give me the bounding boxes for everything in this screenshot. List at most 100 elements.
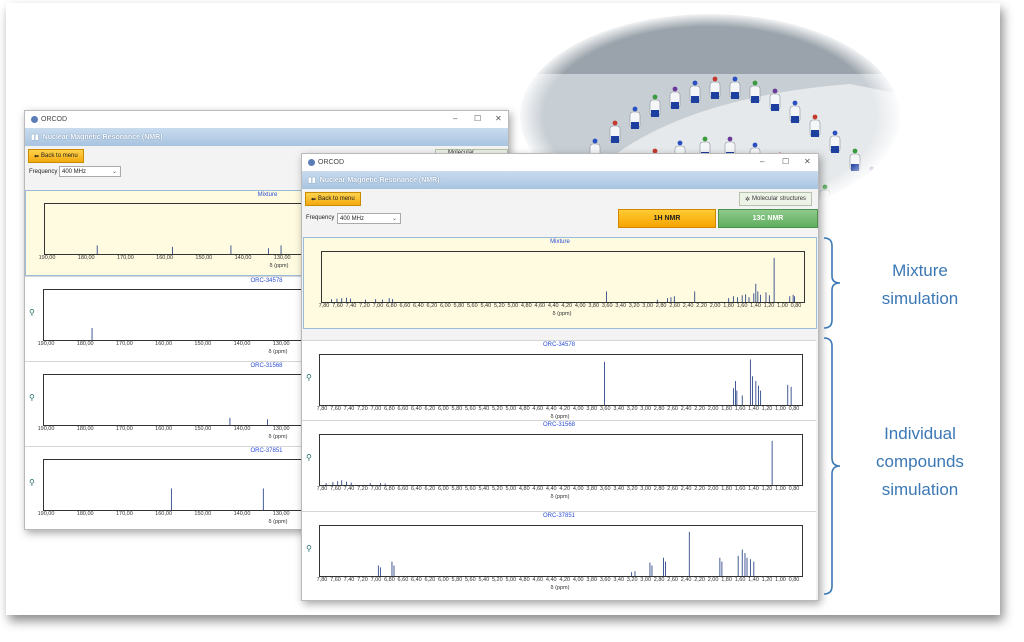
x-tick-label: 6,00 <box>438 577 449 583</box>
x-tick-label: 1,60 <box>734 577 746 583</box>
x-tick-label: 7,40 <box>343 577 355 583</box>
x-tick-label: 6,20 <box>426 303 438 309</box>
x-tick-label: 150,00 <box>194 511 212 517</box>
zoom-icon[interactable]: ⚲ <box>306 453 312 462</box>
x-tick-label: 160,00 <box>155 426 173 432</box>
x-tick-label: 5,60 <box>464 406 476 412</box>
x-tick-label: 3,20 <box>626 406 638 412</box>
x-tick-label: 190,00 <box>37 511 55 517</box>
x-tick-label: 7,40 <box>343 486 355 492</box>
x-tick-label: 6,20 <box>424 406 436 412</box>
x-tick-label: 7,40 <box>343 406 355 412</box>
x-tick-label: 190,00 <box>37 426 55 432</box>
x-tick-label: 4,60 <box>534 303 546 309</box>
x-tick-label: 5,40 <box>478 577 490 583</box>
zoom-icon[interactable]: ⚲ <box>29 393 35 402</box>
x-tick-label: 2,80 <box>655 303 667 309</box>
zoom-icon[interactable]: ⚲ <box>29 478 35 487</box>
x-tick-label: 4,20 <box>559 486 571 492</box>
back-to-menu-button[interactable]: ⬅ Back to menu <box>305 192 361 206</box>
molecular-structures-button[interactable]: ✲Molecular structures <box>739 192 813 206</box>
individual-note-line: simulation <box>881 480 959 499</box>
close-icon[interactable]: ✕ <box>804 157 811 166</box>
x-tick-label: 5,20 <box>491 486 503 492</box>
x-tick-label: 1,40 <box>748 577 759 583</box>
x-tick-label: 4,40 <box>545 486 557 492</box>
x-tick-label: 7,00 <box>370 486 382 492</box>
x-tick-label: 160,00 <box>155 511 173 517</box>
x-tick-label: 4,00 <box>574 303 586 309</box>
x-tick-label: 150,00 <box>195 255 213 261</box>
maximize-icon[interactable]: ☐ <box>782 157 789 166</box>
x-tick-label: 2,40 <box>680 486 692 492</box>
back-arrow-icon: ⬅ <box>311 196 317 203</box>
frequency-label: Frequency <box>29 169 58 175</box>
x-tick-label: 4,80 <box>520 303 532 309</box>
x-tick-label: 1,60 <box>736 303 748 309</box>
tab-13c-nmr[interactable]: 13C NMR <box>718 209 818 228</box>
x-tick-label: 6,40 <box>411 486 422 492</box>
chevron-down-icon: ⌄ <box>111 169 117 175</box>
back-to-menu-label: Back to menu <box>41 153 78 159</box>
x-tick-label: 1,60 <box>734 406 746 412</box>
x-tick-label: 3,40 <box>613 406 625 412</box>
x-tick-label: 7,60 <box>330 406 341 412</box>
x-tick-label: 180,00 <box>76 426 94 432</box>
frequency-value: 400 MHz <box>340 215 365 222</box>
x-tick-label: 2,80 <box>653 486 665 492</box>
zoom-icon[interactable]: ⚲ <box>306 544 312 553</box>
x-tick-label: 5,20 <box>491 406 503 412</box>
x-tick-label: 3,40 <box>613 577 625 583</box>
zoom-icon[interactable]: ⚲ <box>29 308 35 317</box>
x-tick-label: 130,00 <box>273 255 291 261</box>
frequency-select[interactable]: 400 MHz ⌄ <box>337 213 401 224</box>
x-tick-label: 3,00 <box>640 486 652 492</box>
x-tick-label: 0,80 <box>788 406 800 412</box>
x-tick-label: 6,80 <box>384 577 395 583</box>
frequency-select[interactable]: 400 MHz ⌄ <box>59 166 121 177</box>
x-tick-label: 6,40 <box>411 406 422 412</box>
x-tick-label: 6,60 <box>397 577 409 583</box>
x-tick-label: 7,00 <box>370 406 382 412</box>
zoom-icon[interactable]: ⚲ <box>306 373 312 382</box>
x-axis-label: δ (ppm) <box>552 311 572 317</box>
x-axis-label: δ (ppm) <box>550 585 570 591</box>
minimize-icon[interactable]: – <box>453 114 457 123</box>
nmr-logo-icon: ▮▮ <box>308 177 316 184</box>
individual-simulation-note: Individual compounds simulation <box>855 420 985 504</box>
mixture-note-line: simulation <box>881 289 959 308</box>
spectrum-title: Mixture <box>550 239 570 245</box>
x-tick-label: 170,00 <box>115 426 133 432</box>
back-to-menu-button[interactable]: ⬅ Back to menu <box>28 149 84 163</box>
window-title: ORCOD <box>41 116 68 123</box>
x-tick-label: 4,00 <box>572 486 584 492</box>
x-tick-label: 130,00 <box>272 341 290 347</box>
x-tick-label: 1,00 <box>775 577 786 583</box>
x-tick-label: 3,40 <box>615 303 627 309</box>
x-tick-label: 7,60 <box>332 303 343 309</box>
x-tick-label: 3,20 <box>626 486 638 492</box>
x-tick-label: 6,60 <box>397 406 409 412</box>
x-tick-label: 5,00 <box>505 577 517 583</box>
x-tick-label: 130,00 <box>272 426 290 432</box>
close-icon[interactable]: ✕ <box>495 114 502 123</box>
x-tick-label: 5,20 <box>491 577 503 583</box>
x-tick-label: 4,20 <box>559 406 571 412</box>
x-tick-label: 1,20 <box>761 486 773 492</box>
x-tick-label: 4,80 <box>518 406 530 412</box>
x-tick-label: 6,80 <box>384 406 395 412</box>
maximize-icon[interactable]: ☐ <box>474 114 481 123</box>
x-tick-label: 150,00 <box>194 426 212 432</box>
x-tick-label: 2,20 <box>694 577 705 583</box>
mixture-brace <box>823 237 841 329</box>
x-tick-label: 2,40 <box>682 303 694 309</box>
x-tick-label: 5,40 <box>480 303 492 309</box>
x-tick-label: 4,60 <box>532 486 544 492</box>
nmr-logo-icon: ▮▮ <box>31 134 39 141</box>
tab-1h-nmr[interactable]: 1H NMR <box>618 209 716 228</box>
x-tick-label: 2,80 <box>653 406 665 412</box>
x-tick-label: 7,20 <box>357 406 368 412</box>
minimize-icon[interactable]: – <box>760 157 764 166</box>
x-axis-label: δ (ppm) <box>268 519 288 525</box>
x-axis-ticks: 7,80 7,60 7,40 7,20 7,00 6,80 6,60 6,40 6,20 6,00… <box>317 577 801 585</box>
